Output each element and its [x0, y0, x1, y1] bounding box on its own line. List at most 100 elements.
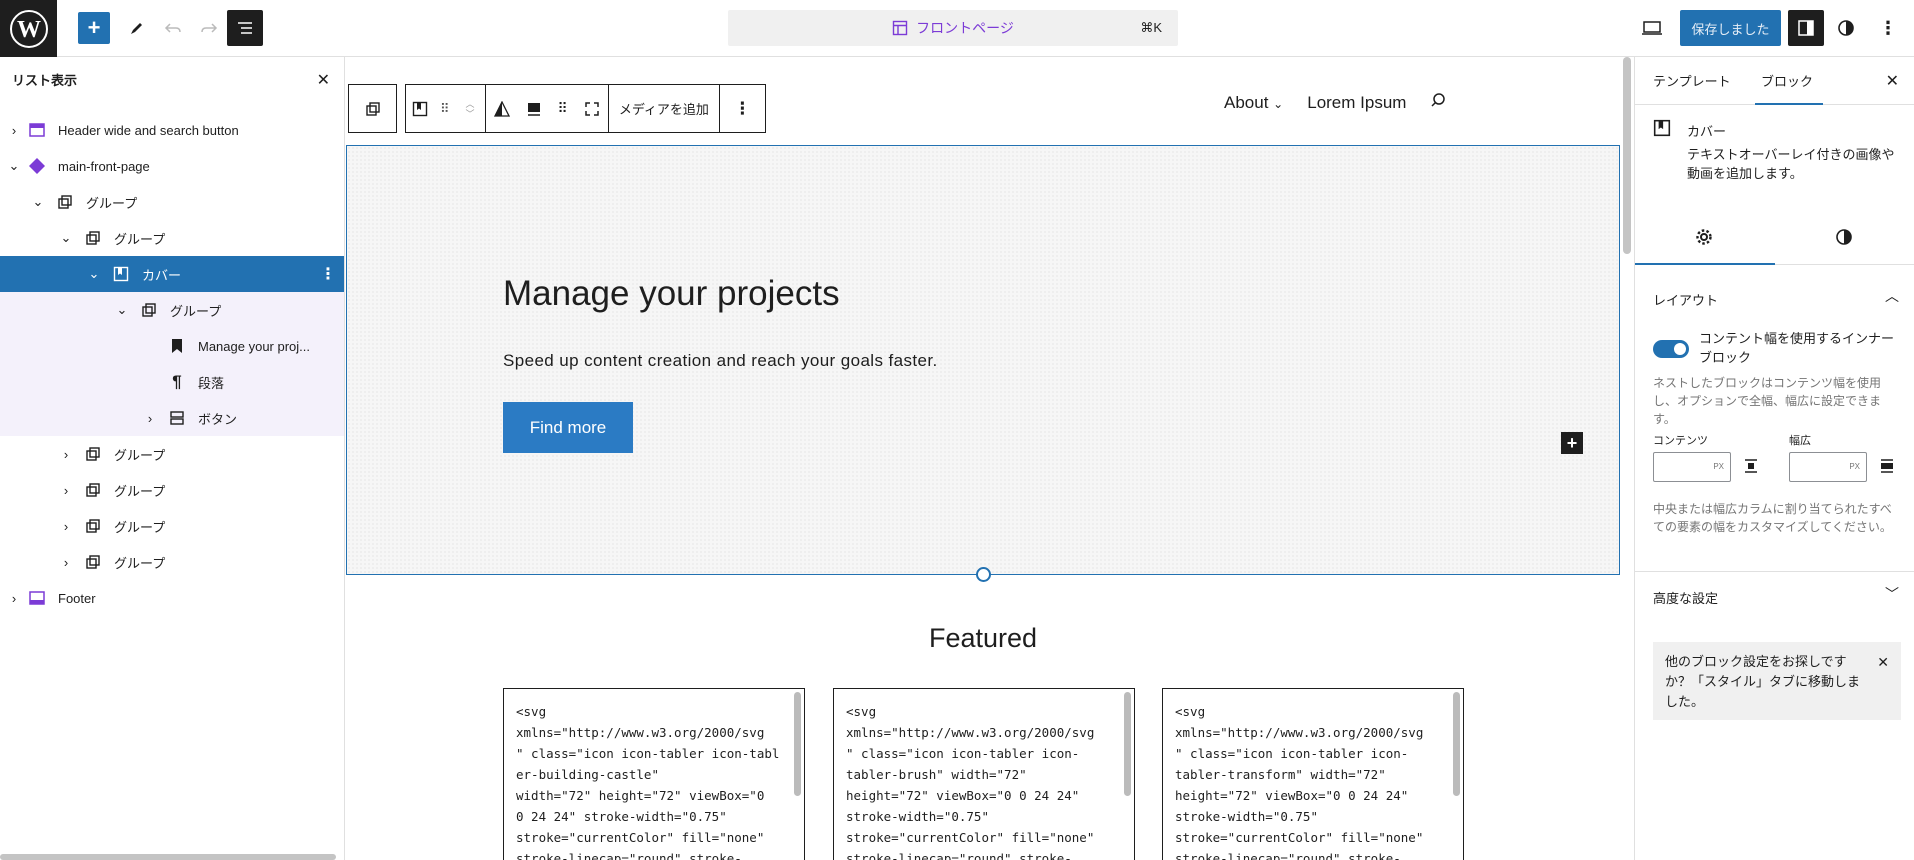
chevron-down-icon[interactable]: ⌄ — [7, 158, 21, 173]
options-menu-button[interactable]: ⋮ — [1870, 10, 1906, 46]
list-item-group[interactable]: › グループ — [0, 544, 344, 580]
chevron-up-icon[interactable]: ︿ — [1885, 286, 1899, 306]
styles-tab[interactable] — [1835, 228, 1853, 249]
drag-handle[interactable]: ⠿ — [434, 85, 456, 132]
list-item-group[interactable]: › グループ — [0, 508, 344, 544]
wide-size-input[interactable]: PX — [1789, 452, 1867, 482]
tab-block[interactable]: ブロック — [1761, 71, 1813, 90]
list-item-group[interactable]: › グループ — [0, 436, 344, 472]
wordpress-logo-button[interactable]: W — [0, 0, 57, 57]
list-item-group[interactable]: ⌄ グループ — [0, 292, 344, 328]
advanced-panel[interactable]: 高度な設定 ﹀ — [1635, 572, 1914, 624]
content-size-input[interactable]: PX — [1653, 452, 1731, 482]
chevron-right-icon[interactable]: › — [143, 411, 157, 426]
tools-button[interactable] — [119, 10, 155, 46]
code-card[interactable]: <svg xmlns="http://www.w3.org/2000/svg "… — [503, 688, 805, 860]
nav-item-lorem[interactable]: Lorem Ipsum — [1307, 93, 1406, 113]
chevron-down-icon[interactable]: ⌄ — [59, 230, 73, 245]
block-options-button[interactable]: ⋮ — [320, 264, 336, 284]
add-media-button[interactable]: メディアを追加 — [609, 85, 720, 132]
list-item-cover-selected[interactable]: ⌄ カバー ⋮ — [0, 256, 344, 292]
block-options-button[interactable]: ⋮ — [720, 85, 765, 132]
command-palette-bar[interactable]: フロントページ ⌘K — [728, 10, 1178, 46]
redo-button[interactable] — [191, 10, 227, 46]
chevron-right-icon[interactable]: › — [59, 555, 73, 570]
chevron-up-icon[interactable]: ︿ — [466, 99, 475, 109]
chevron-down-icon[interactable]: ⌄ — [87, 266, 101, 281]
chevron-down-icon[interactable]: ﹀ — [466, 109, 475, 119]
list-view-toggle-button[interactable] — [227, 10, 263, 46]
inner-blocks-content-width-toggle[interactable] — [1653, 340, 1689, 358]
duotone-button[interactable] — [486, 85, 518, 132]
justify-center-icon[interactable] — [1743, 458, 1759, 477]
select-parent-button[interactable] — [349, 85, 396, 132]
settings-tab[interactable] — [1695, 228, 1713, 249]
card-code[interactable]: <svg xmlns="http://www.w3.org/2000/svg "… — [516, 701, 786, 860]
styles-button[interactable] — [1828, 10, 1864, 46]
close-list-view-button[interactable]: ✕ — [317, 70, 330, 90]
canvas-scrollbar[interactable] — [1623, 57, 1631, 254]
matrix-alignment-button[interactable]: ⠿ — [550, 85, 576, 132]
list-item-paragraph[interactable]: ¶ 段落 — [0, 364, 344, 400]
chevron-down-icon[interactable]: ⌄ — [31, 194, 45, 209]
plus-icon: + — [1566, 432, 1578, 453]
layout-panel-title[interactable]: レイアウト — [1653, 290, 1718, 309]
block-inserter-button[interactable]: + — [78, 12, 110, 44]
chevron-right-icon[interactable]: › — [59, 519, 73, 534]
list-item-label: グループ — [86, 195, 138, 211]
unit-label[interactable]: PX — [1849, 462, 1860, 471]
cover-block[interactable]: Manage your projects Speed up content cr… — [346, 145, 1620, 575]
content-position-button[interactable] — [518, 85, 550, 132]
card-code[interactable]: <svg xmlns="http://www.w3.org/2000/svg "… — [1175, 701, 1445, 860]
card-scrollbar[interactable] — [1124, 692, 1131, 796]
featured-heading[interactable]: Featured — [346, 623, 1620, 654]
list-item-group[interactable]: ⌄ グループ — [0, 220, 344, 256]
advanced-panel-title[interactable]: 高度な設定 — [1653, 588, 1718, 607]
gear-icon — [1696, 229, 1712, 245]
cover-paragraph[interactable]: Speed up content creation and reach your… — [503, 351, 938, 371]
card-code[interactable]: <svg xmlns="http://www.w3.org/2000/svg "… — [846, 701, 1116, 860]
chevron-right-icon[interactable]: › — [7, 123, 21, 138]
block-type-button[interactable] — [406, 85, 434, 132]
list-item-group[interactable]: ⌄ グループ — [0, 184, 344, 220]
cover-resize-handle[interactable] — [976, 567, 991, 582]
dismiss-notice-button[interactable]: ✕ — [1877, 652, 1889, 672]
chevron-right-icon[interactable]: › — [59, 483, 73, 498]
find-more-button[interactable]: Find more — [503, 402, 633, 453]
list-item-heading[interactable]: Manage your proj... — [0, 328, 344, 364]
cover-heading[interactable]: Manage your projects — [503, 274, 840, 314]
move-buttons[interactable]: ︿ ﹀ — [456, 85, 486, 132]
unit-label[interactable]: PX — [1713, 462, 1724, 471]
nav-item-about[interactable]: About ⌄ — [1224, 93, 1283, 113]
search-icon[interactable] — [1430, 92, 1446, 113]
contrast-icon — [1836, 229, 1852, 245]
justify-stretch-icon[interactable] — [1879, 458, 1895, 477]
wide-size-label: 幅広 — [1789, 435, 1811, 447]
undo-button[interactable] — [155, 10, 191, 46]
list-item-group[interactable]: › グループ — [0, 472, 344, 508]
save-button[interactable]: 保存しました — [1680, 10, 1781, 46]
full-height-button[interactable] — [576, 85, 609, 132]
chevron-right-icon[interactable]: › — [7, 591, 21, 606]
add-block-button[interactable]: + — [1561, 432, 1583, 454]
card-scrollbar[interactable] — [1453, 692, 1460, 796]
chevron-down-icon[interactable]: ⌄ — [115, 302, 129, 317]
list-item-buttons[interactable]: › ボタン — [0, 400, 344, 436]
horizontal-scrollbar[interactable] — [0, 854, 336, 860]
preview-button[interactable] — [1634, 10, 1670, 46]
shortcut-hint: ⌘K — [1140, 20, 1162, 35]
list-item-header[interactable]: › Header wide and search button — [0, 112, 344, 148]
code-card[interactable]: <svg xmlns="http://www.w3.org/2000/svg "… — [1162, 688, 1464, 860]
tab-template[interactable]: テンプレート — [1653, 71, 1731, 90]
card-scrollbar[interactable] — [794, 692, 801, 796]
list-item-footer[interactable]: › Footer — [0, 580, 344, 616]
chevron-down-icon[interactable]: ﹀ — [1885, 584, 1899, 604]
group-icon — [84, 553, 102, 571]
chevron-right-icon[interactable]: › — [59, 447, 73, 462]
list-item-label: Footer — [58, 590, 96, 606]
code-card[interactable]: <svg xmlns="http://www.w3.org/2000/svg "… — [833, 688, 1135, 860]
settings-sidebar-toggle[interactable] — [1788, 10, 1824, 46]
list-item-main[interactable]: ⌄ main-front-page — [0, 148, 344, 184]
cover-icon — [112, 265, 130, 283]
close-sidebar-button[interactable]: ✕ — [1886, 71, 1899, 91]
